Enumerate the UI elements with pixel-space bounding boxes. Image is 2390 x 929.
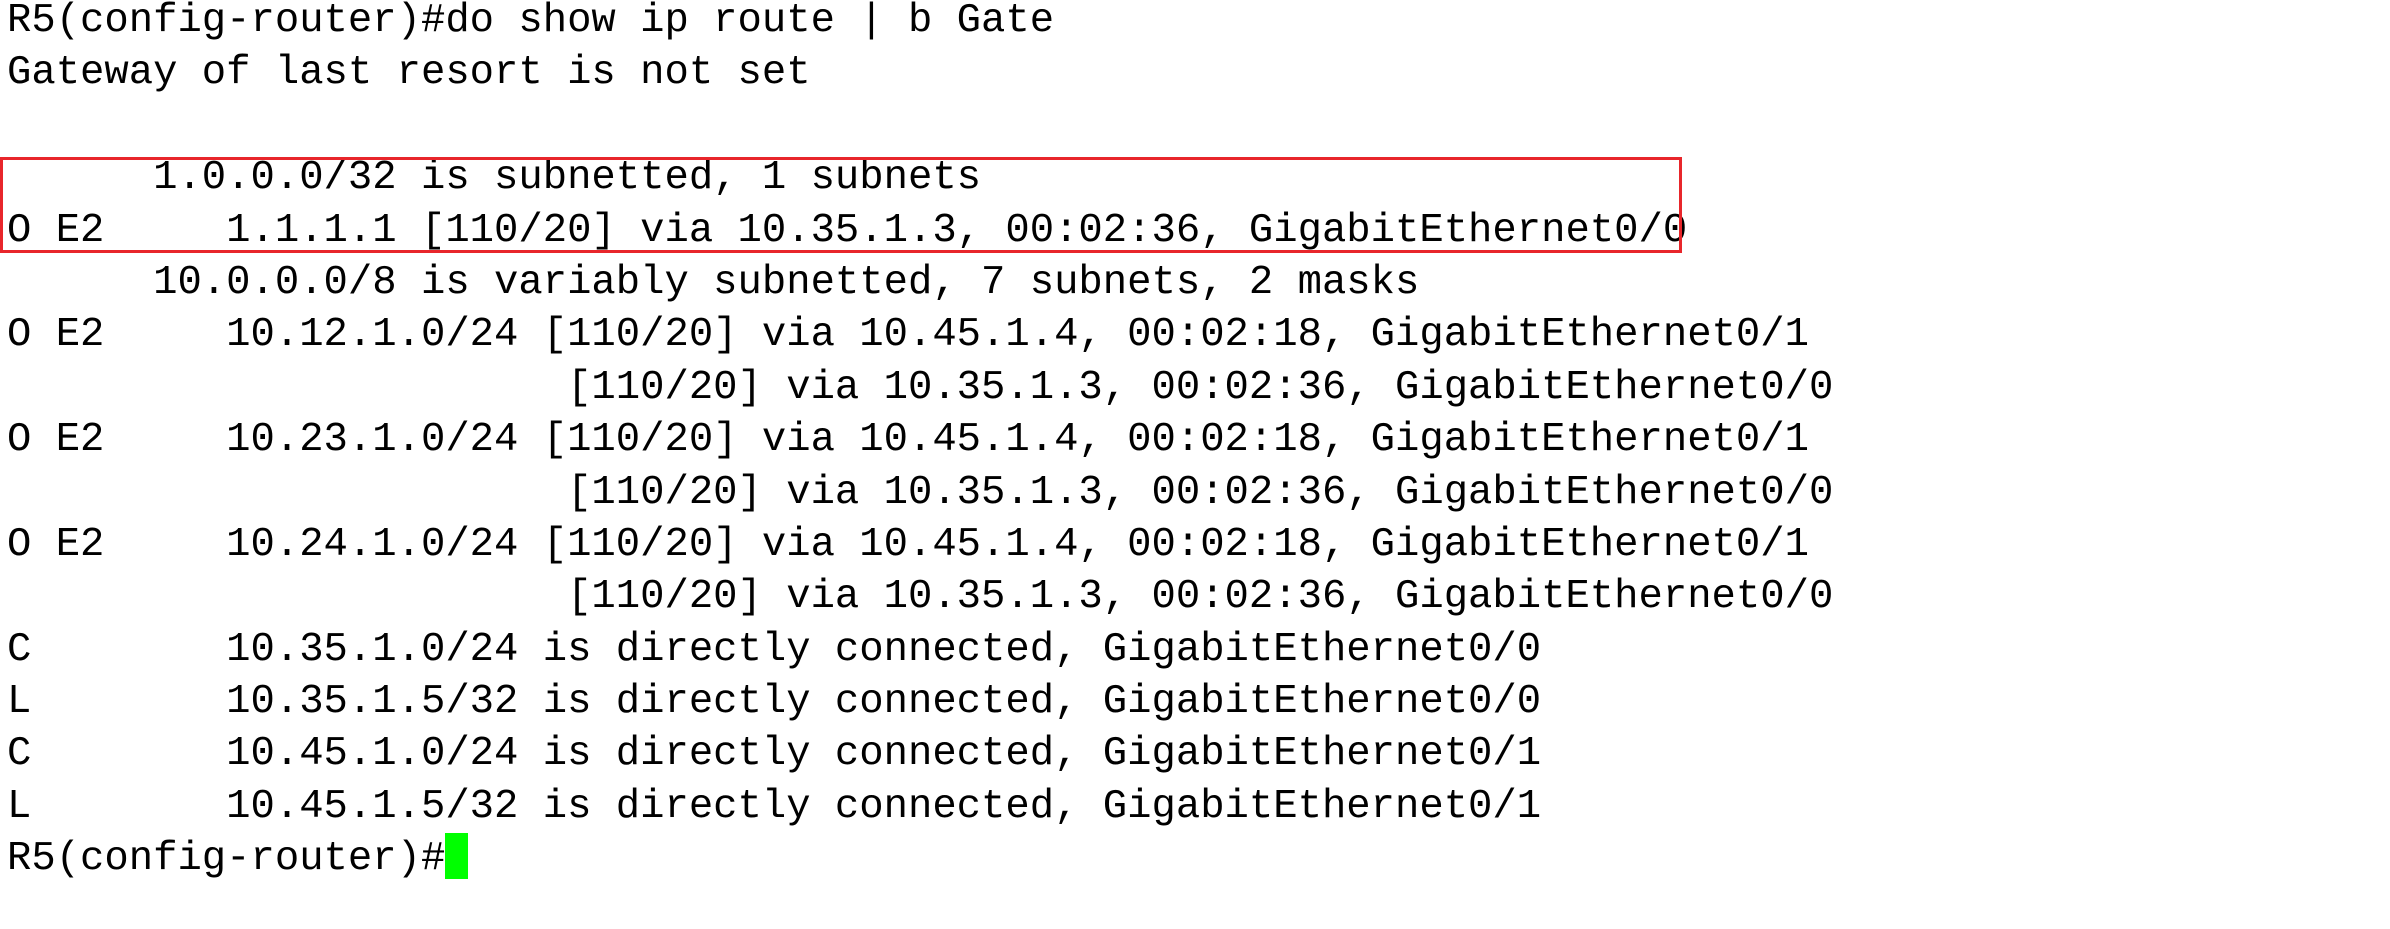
terminal-line: [110/20] via 10.35.1.3, 00:02:36, Gigabi… [7,364,1834,411]
prompt-line[interactable]: R5(config-router)# [7,833,1833,885]
terminal-line: R5(config-router)#do show ip route | b G… [7,0,1055,44]
prompt: R5(config-router)# [7,836,446,883]
terminal-line: [110/20] via 10.35.1.3, 00:02:36, Gigabi… [7,469,1834,516]
terminal-line: [110/20] via 10.35.1.3, 00:02:36, Gigabi… [7,574,1834,621]
terminal-line: O E2 10.23.1.0/24 [110/20] via 10.45.1.4… [7,417,1809,464]
terminal-line: L 10.45.1.5/32 is directly connected, Gi… [7,783,1542,830]
highlight-box [0,157,1682,253]
terminal-line: C 10.45.1.0/24 is directly connected, Gi… [7,731,1542,778]
terminal-line: 10.0.0.0/8 is variably subnetted, 7 subn… [7,259,1420,306]
terminal-line: Gateway of last resort is not set [7,50,811,97]
cursor [445,833,469,880]
terminal-line: O E2 10.24.1.0/24 [110/20] via 10.45.1.4… [7,521,1809,568]
terminal-line: L 10.35.1.5/32 is directly connected, Gi… [7,679,1542,726]
terminal-output[interactable]: R5(config-router)#do show ip route | b G… [7,0,1833,886]
terminal-line: C 10.35.1.0/24 is directly connected, Gi… [7,626,1542,673]
terminal-line: O E2 10.12.1.0/24 [110/20] via 10.45.1.4… [7,312,1809,359]
